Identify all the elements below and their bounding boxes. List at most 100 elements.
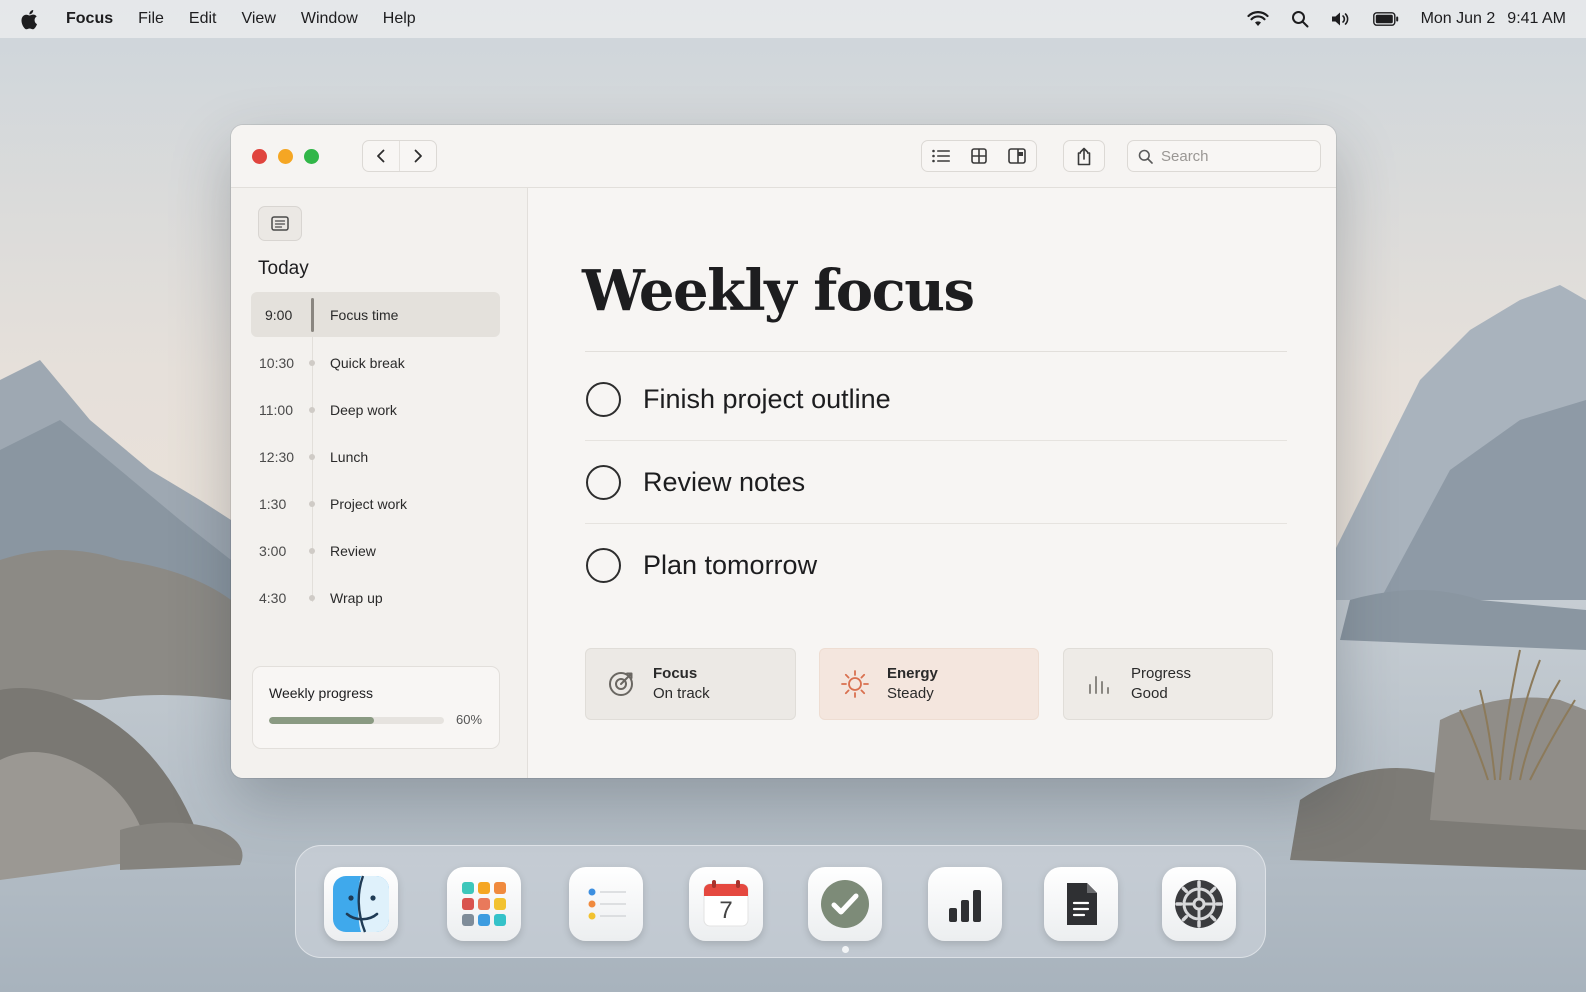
focus-status-card[interactable]: Focus On track: [585, 648, 796, 720]
window-toolbar: [231, 125, 1336, 188]
stat-value: On track: [653, 685, 710, 702]
task-label[interactable]: Finish project outline: [643, 384, 891, 415]
sidebar-list-icon: [271, 216, 289, 231]
dock: 7: [295, 845, 1266, 958]
schedule-item-quick-break[interactable]: 10:30 Quick break: [251, 339, 500, 386]
schedule-item-lunch[interactable]: 12:30 Lunch: [251, 433, 500, 480]
pages-icon[interactable]: [1044, 867, 1118, 941]
battery-icon[interactable]: [1372, 12, 1399, 26]
calendar-day-number: 7: [719, 897, 733, 924]
wifi-icon[interactable]: [1246, 11, 1269, 27]
schedule-time: 11:00: [259, 401, 293, 418]
task-label[interactable]: Review notes: [643, 467, 805, 498]
main-content: Weekly focus Finish project outline Revi…: [529, 188, 1336, 778]
schedule-item-wrap-up[interactable]: 4:30 Wrap up: [251, 574, 500, 621]
target-icon: [606, 669, 636, 699]
page-title: Weekly focus: [582, 258, 975, 324]
active-marker: [311, 297, 314, 332]
task-checkbox[interactable]: [586, 382, 621, 417]
window-maximize-button[interactable]: [304, 149, 319, 164]
numbers-icon[interactable]: [928, 867, 1002, 941]
search-icon: [1138, 149, 1153, 164]
menu-file[interactable]: File: [138, 10, 164, 28]
progress-status-card[interactable]: Progress Good: [1063, 648, 1273, 720]
menu-app-name[interactable]: Focus: [66, 10, 113, 28]
schedule-time: 3:00: [259, 542, 287, 559]
schedule-label: Lunch: [330, 448, 369, 465]
schedule-time: 12:30: [259, 448, 295, 465]
schedule-label: Focus time: [330, 306, 399, 323]
task-label[interactable]: Plan tomorrow: [643, 550, 817, 581]
share-button[interactable]: [1063, 140, 1105, 172]
today-section-title: Today: [258, 258, 309, 279]
navigation-buttons: [362, 140, 437, 172]
menu-edit[interactable]: Edit: [189, 10, 217, 28]
schedule-item-deep-work[interactable]: 11:00 Deep work: [251, 386, 500, 433]
sun-icon: [840, 669, 870, 699]
window-close-button[interactable]: [252, 149, 267, 164]
task-checkbox[interactable]: [586, 547, 621, 583]
task-row-plan-tomorrow: Plan tomorrow: [585, 524, 1287, 606]
sidebar-toggle-button[interactable]: [258, 206, 302, 241]
window-minimize-button[interactable]: [278, 149, 293, 164]
timeline-dot: [309, 594, 315, 601]
progress-percent: 60%: [456, 712, 483, 727]
schedule-time: 9:00: [265, 306, 293, 323]
forward-button[interactable]: [399, 141, 436, 171]
schedule-label: Wrap up: [330, 589, 383, 606]
menu-window[interactable]: Window: [301, 10, 358, 28]
schedule-label: Review: [330, 542, 376, 559]
schedule-item-project-work[interactable]: 1:30 Project work: [251, 480, 500, 527]
list-view-button[interactable]: [922, 141, 960, 171]
energy-status-card[interactable]: Energy Steady: [819, 648, 1039, 720]
share-icon: [1077, 147, 1091, 165]
schedule-label: Quick break: [330, 354, 405, 371]
spotlight-search-icon[interactable]: [1291, 10, 1309, 28]
timeline-dot: [309, 547, 315, 554]
schedule-time: 1:30: [259, 495, 287, 512]
menu-view[interactable]: View: [241, 10, 275, 28]
stat-label: Focus: [653, 665, 698, 682]
focus-app-icon[interactable]: [808, 867, 882, 941]
title-divider: [585, 351, 1287, 352]
search-field[interactable]: [1127, 140, 1321, 172]
split-view-button[interactable]: [998, 141, 1036, 171]
chevron-left-icon: [377, 149, 385, 163]
menu-bar: Focus File Edit View Window Help Mon Jun…: [0, 0, 1586, 38]
back-button[interactable]: [363, 141, 399, 171]
apple-logo-icon[interactable]: [20, 8, 40, 30]
task-checkbox[interactable]: [586, 465, 621, 500]
menu-help[interactable]: Help: [383, 10, 416, 28]
stat-label: Energy: [887, 665, 938, 682]
finder-icon[interactable]: [324, 867, 398, 941]
stat-label: Progress: [1131, 665, 1192, 682]
progress-bar: [269, 717, 444, 724]
list-icon: [932, 149, 950, 163]
progress-title: Weekly progress: [269, 685, 374, 701]
schedule-item-review[interactable]: 3:00 Review: [251, 527, 500, 574]
search-input[interactable]: [1161, 147, 1311, 165]
reminders-icon[interactable]: [569, 867, 643, 941]
task-row-finish-project-outline: Finish project outline: [585, 359, 1287, 441]
calendar-icon[interactable]: 7: [689, 867, 763, 941]
timeline-dot: [309, 359, 315, 366]
sidebar-panel-icon: [1008, 148, 1026, 164]
grid-icon: [971, 148, 987, 164]
schedule-item-focus-time[interactable]: 9:00 Focus time: [251, 292, 500, 337]
stat-value: Good: [1131, 685, 1168, 702]
schedule-time: 4:30: [259, 589, 287, 606]
timeline-dot: [309, 500, 315, 507]
volume-icon[interactable]: [1331, 11, 1351, 27]
stat-value: Steady: [887, 685, 934, 702]
launchpad-icon[interactable]: [447, 867, 521, 941]
chevron-right-icon: [414, 149, 422, 163]
bar-chart-icon: [1084, 669, 1114, 699]
sidebar: Today 9:00 Focus time 10:30 Quick break …: [231, 188, 528, 778]
grid-view-button[interactable]: [960, 141, 998, 171]
settings-icon[interactable]: [1162, 867, 1236, 941]
menu-date[interactable]: Mon Jun 2: [1421, 10, 1496, 28]
timeline-dot: [309, 406, 315, 413]
schedule-label: Project work: [330, 495, 408, 512]
menu-time[interactable]: 9:41 AM: [1507, 10, 1566, 28]
task-row-review-notes: Review notes: [585, 442, 1287, 524]
